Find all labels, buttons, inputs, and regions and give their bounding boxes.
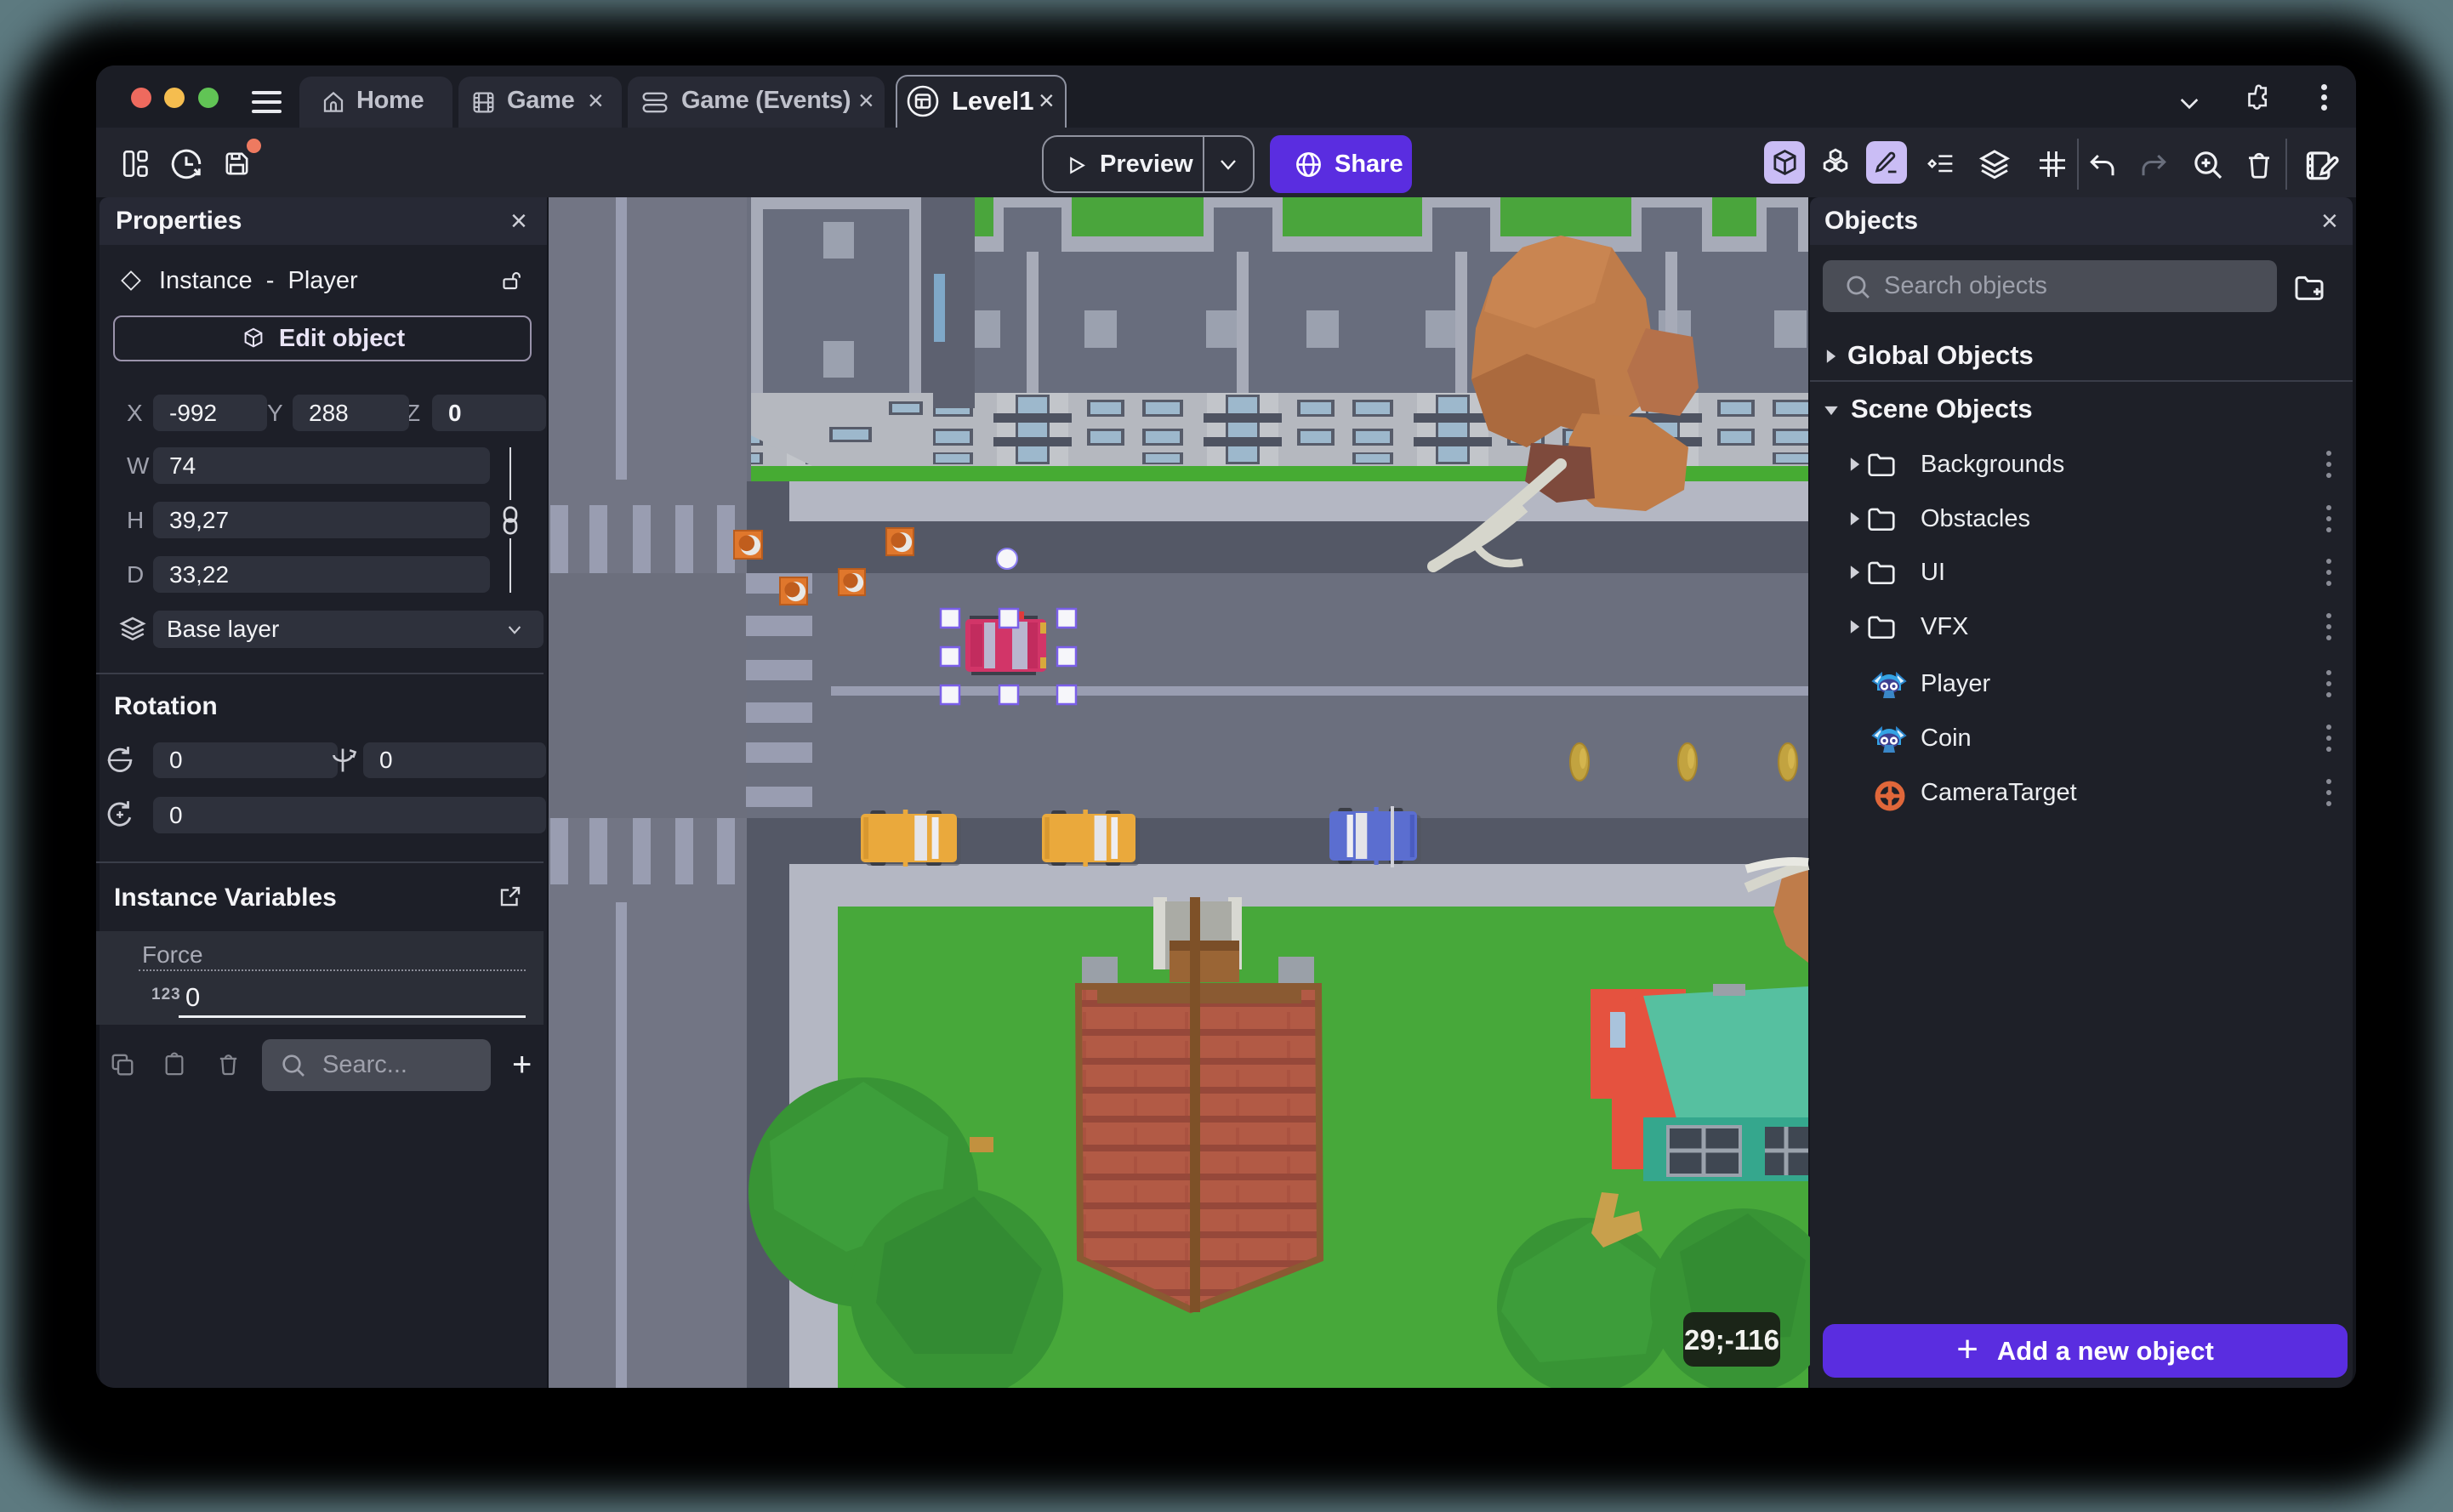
svg-text:29;-116: 29;-116 bbox=[1684, 1324, 1779, 1356]
